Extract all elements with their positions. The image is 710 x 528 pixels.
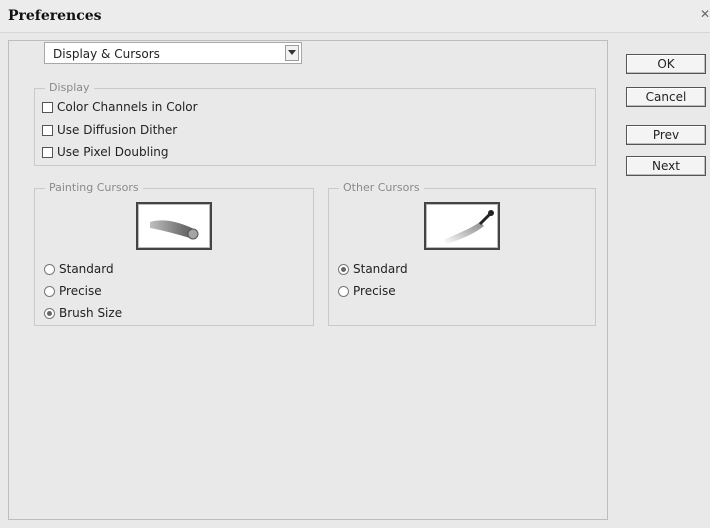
painting-precise-radio[interactable]: Precise (44, 284, 102, 298)
eyedropper-icon (424, 202, 500, 250)
checkbox-label: Color Channels in Color (57, 100, 198, 114)
display-group-label: Display (45, 81, 94, 94)
checkbox-box[interactable] (42, 101, 53, 113)
radio-label: Precise (353, 284, 396, 298)
radio-label: Precise (59, 284, 102, 298)
checkbox-box[interactable] (42, 124, 53, 136)
checkbox-box[interactable] (42, 146, 53, 158)
prev-button[interactable]: Prev (626, 125, 706, 145)
close-icon[interactable]: ✕ (700, 6, 710, 22)
brush-cursor-icon (136, 202, 212, 250)
next-button[interactable]: Next (626, 156, 706, 176)
category-dropdown-value: Display & Cursors (53, 47, 160, 61)
ok-button[interactable]: OK (626, 54, 706, 74)
chevron-down-icon[interactable] (285, 45, 299, 61)
radio-label: Brush Size (59, 306, 123, 320)
other-standard-radio[interactable]: Standard (338, 262, 408, 276)
pixel-doubling-checkbox[interactable]: Use Pixel Doubling (42, 145, 169, 159)
radio-circle[interactable] (44, 307, 55, 319)
other-precise-radio[interactable]: Precise (338, 284, 396, 298)
other-cursors-label: Other Cursors (339, 181, 424, 194)
radio-label: Standard (59, 262, 114, 276)
cancel-button[interactable]: Cancel (626, 87, 706, 107)
category-dropdown[interactable]: Display & Cursors (44, 42, 302, 64)
color-channels-checkbox[interactable]: Color Channels in Color (42, 100, 198, 114)
painting-standard-radio[interactable]: Standard (44, 262, 114, 276)
radio-circle[interactable] (44, 285, 55, 297)
radio-label: Standard (353, 262, 408, 276)
painting-cursors-label: Painting Cursors (45, 181, 143, 194)
checkbox-label: Use Diffusion Dither (57, 123, 178, 137)
window-title: Preferences (8, 8, 102, 24)
radio-circle[interactable] (44, 263, 55, 275)
title-bar: Preferences ✕ (0, 0, 710, 33)
painting-brush-size-radio[interactable]: Brush Size (44, 306, 122, 320)
checkbox-label: Use Pixel Doubling (57, 145, 169, 159)
radio-circle[interactable] (338, 285, 349, 297)
diffusion-dither-checkbox[interactable]: Use Diffusion Dither (42, 123, 177, 137)
radio-circle[interactable] (338, 263, 349, 275)
